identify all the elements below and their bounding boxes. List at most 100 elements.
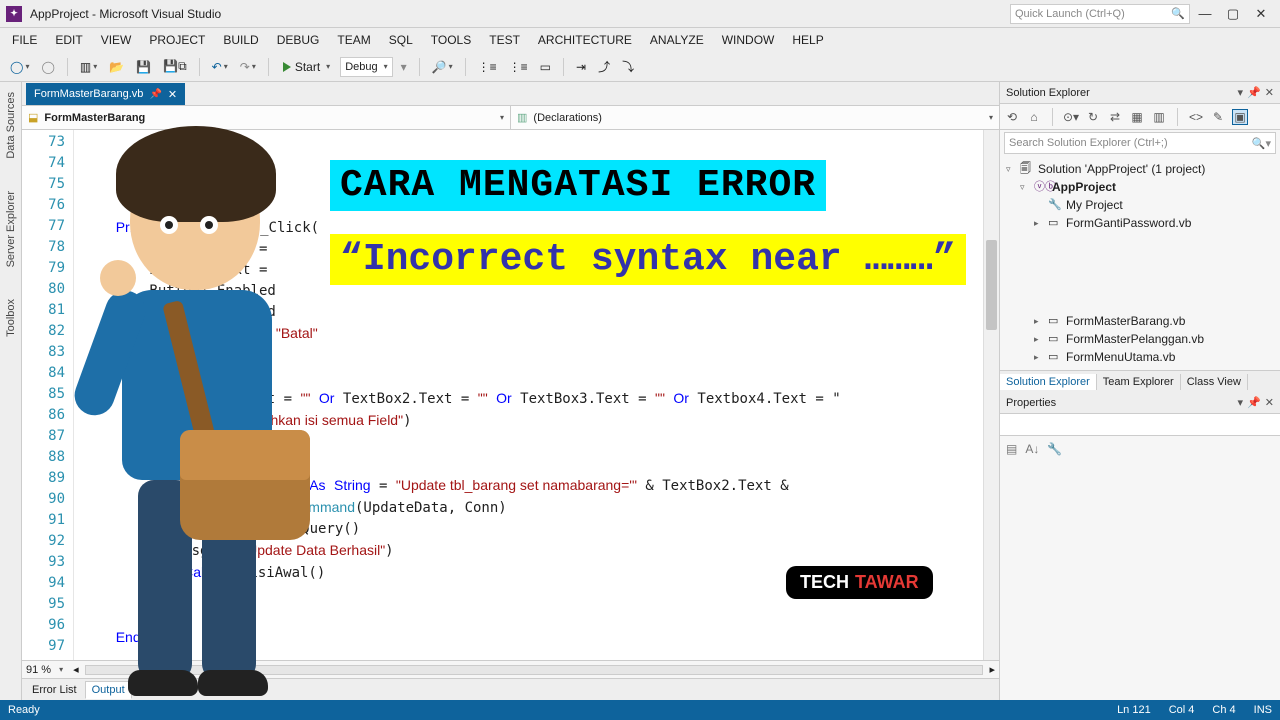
step-out-button[interactable]: ⤵ [618,56,638,78]
tree-item: ▸▭FormGantiPassword.vb [1006,214,1274,232]
properties-toolbar: ▤ A↓ 🔧 [1000,436,1280,462]
save-button[interactable]: 💾 [132,56,155,78]
new-project-button[interactable]: ▥▾ [76,56,101,78]
quick-launch-input[interactable]: Quick Launch (Ctrl+Q) 🔍 [1010,4,1190,24]
window-title: AppProject - Microsoft Visual Studio [30,7,221,21]
start-debug-button[interactable]: Start▾ [277,56,336,78]
menu-project[interactable]: PROJECT [141,31,213,49]
solution-tree[interactable]: ▿🗐Solution 'AppProject' (1 project) ▿ⓥⓑA… [1000,156,1280,370]
code-nav-bar: ⬓ FormMasterBarang ▾ ▥ (Declarations) ▾ [22,106,999,130]
sub-tab-class[interactable]: Class View [1181,374,1248,390]
properties-panel: ▤ A↓ 🔧 [1000,414,1280,700]
sync-icon[interactable]: ⇄ [1107,109,1123,125]
categorize-icon[interactable]: ▤ [1006,442,1017,456]
pin-panel-icon[interactable]: 📌 [1247,396,1261,409]
menu-test[interactable]: TEST [481,31,528,49]
step-into-button[interactable]: ⇥ [572,56,590,78]
menu-file[interactable]: FILE [4,31,45,49]
uncomment-button[interactable]: ⋮≡ [505,56,532,78]
status-bar: Ready Ln 121 Col 4 Ch 4 INS [0,700,1280,720]
undo-button[interactable]: ↶▾ [208,56,232,78]
minimize-button[interactable]: — [1192,4,1218,24]
window-titlebar: ✦ AppProject - Microsoft Visual Studio Q… [0,0,1280,28]
sub-tab-solution[interactable]: Solution Explorer [1000,374,1097,390]
refresh-icon[interactable]: ↻ [1085,109,1101,125]
menu-analyze[interactable]: ANALYZE [642,31,712,49]
open-file-button[interactable]: 📂 [105,56,128,78]
find-button[interactable]: 🔎▾ [428,56,457,78]
solution-sub-tabs: Solution Explorer Team Explorer Class Vi… [1000,370,1280,392]
sub-tab-team[interactable]: Team Explorer [1097,374,1181,390]
menu-tools[interactable]: TOOLS [423,31,479,49]
redo-button[interactable]: ↷▾ [236,56,260,78]
preview-icon[interactable]: ▣ [1232,109,1248,125]
right-pane: Solution Explorer ▾📌✕ ⟲ ⌂ ⊙▾ ↻ ⇄ ▦ ▥ <> … [1000,82,1280,700]
platform-combo[interactable]: ▾ [397,56,411,78]
search-clear-icon: 🔍▾ [1252,137,1271,150]
panel-menu-icon[interactable]: ▾ [1238,396,1244,409]
props-pages-icon[interactable]: 🔧 [1047,442,1062,456]
close-button[interactable]: ✕ [1248,4,1274,24]
hscroll-left-icon[interactable]: ◂ [73,663,79,676]
menu-architecture[interactable]: ARCHITECTURE [530,31,640,49]
brand-badge: TECHTAWAR [786,566,933,599]
menu-build[interactable]: BUILD [215,31,266,49]
comment-button[interactable]: ⋮≡ [474,56,501,78]
pin-icon[interactable]: 📌 [149,89,161,100]
view-code-icon[interactable]: <> [1188,109,1204,125]
restore-button[interactable]: ▢ [1220,4,1246,24]
pin-panel-icon[interactable]: 📌 [1247,86,1261,99]
view-designer-icon[interactable]: ✎ [1210,109,1226,125]
sol-home-icon[interactable]: ⌂ [1026,109,1042,125]
menu-edit[interactable]: EDIT [47,31,90,49]
properties-icon[interactable]: ▥ [1151,109,1167,125]
document-tabs: FormMasterBarang.vb 📌 ✕ [22,82,999,106]
solution-search-input[interactable]: Search Solution Explorer (Ctrl+;) 🔍▾ [1004,132,1276,154]
vs-logo-icon: ✦ [6,6,22,22]
menu-team[interactable]: TEAM [329,31,378,49]
menu-window[interactable]: WINDOW [714,31,783,49]
menu-debug[interactable]: DEBUG [269,31,328,49]
search-icon: 🔍 [1171,7,1185,20]
panel-menu-icon[interactable]: ▾ [1238,86,1244,99]
status-col: Col 4 [1169,704,1195,716]
menu-view[interactable]: VIEW [93,31,140,49]
editor-horizontal-scrollbar[interactable] [85,665,984,675]
side-tab-data-sources[interactable]: Data Sources [5,86,17,165]
document-tab-active[interactable]: FormMasterBarang.vb 📌 ✕ [26,83,185,105]
show-all-icon[interactable]: ▦ [1129,109,1145,125]
zoom-dropdown-icon[interactable]: ▾ [59,665,63,674]
tree-item: ▸▭FormMasterPelanggan.vb [1006,330,1274,348]
status-line: Ln 121 [1117,704,1151,716]
close-panel-icon[interactable]: ✕ [1265,86,1274,99]
editor-vertical-scrollbar[interactable] [983,130,999,660]
tab-error-list[interactable]: Error List [26,682,83,698]
save-all-button[interactable]: 💾⧉ [159,56,191,78]
main-toolbar: ◯▾ ◯ ▥▾ 📂 💾 💾⧉ ↶▾ ↷▾ Start▾ Debug▾ ▾ 🔎▾ … [0,52,1280,82]
project-node: ▿ⓥⓑAppProject [1006,178,1274,196]
line-number-gutter: 7374757677787980818283848586878889909192… [22,130,74,660]
side-tab-server-explorer[interactable]: Server Explorer [5,185,17,273]
close-tab-icon[interactable]: ✕ [168,88,177,101]
config-combo[interactable]: Debug▾ [340,57,392,77]
collapse-icon[interactable]: ⊙▾ [1063,109,1079,125]
output-panel-tabs: Error List Output [22,678,999,700]
close-panel-icon[interactable]: ✕ [1265,396,1274,409]
tab-output[interactable]: Output [85,681,132,699]
step-over-button[interactable]: ⤴ [594,56,614,78]
solution-root: ▿🗐Solution 'AppProject' (1 project) [1006,160,1274,178]
quick-launch-placeholder: Quick Launch (Ctrl+Q) [1015,8,1125,20]
forward-button[interactable]: ◯ [37,56,58,78]
menu-help[interactable]: HELP [784,31,831,49]
sort-icon[interactable]: A↓ [1025,442,1039,456]
nav-member-combo[interactable]: ▥ (Declarations) ▾ [511,106,999,129]
side-tab-toolbox[interactable]: Toolbox [5,293,17,343]
nav-class-combo[interactable]: ⬓ FormMasterBarang ▾ [22,106,511,129]
hscroll-right-icon[interactable]: ▸ [989,663,995,676]
overlay-subtitle: “Incorrect syntax near ………” [330,234,966,285]
zoom-level[interactable]: 91 % [26,664,51,676]
menu-sql[interactable]: SQL [381,31,421,49]
bookmark-button[interactable]: ▭ [536,56,555,78]
home-icon[interactable]: ⟲ [1004,109,1020,125]
back-button[interactable]: ◯▾ [6,56,33,78]
